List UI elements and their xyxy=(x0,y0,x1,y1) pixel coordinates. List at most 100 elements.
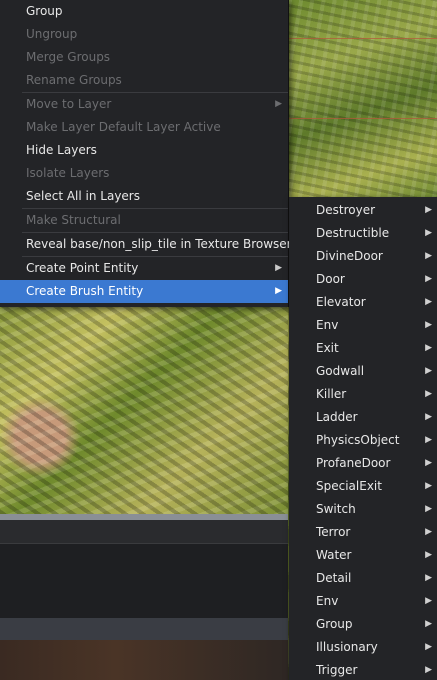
panel-statusbar xyxy=(0,618,288,640)
submenu-item-group[interactable]: Group ▶ xyxy=(289,613,437,636)
submenu-item-label: Illusionary xyxy=(316,640,378,654)
submenu-item-trigger[interactable]: Trigger ▶ xyxy=(289,659,437,680)
menu-item-make-layer-default[interactable]: Make Layer Default Layer Active xyxy=(0,116,288,139)
submenu-arrow-icon: ▶ xyxy=(425,504,432,514)
submenu-item-label: Ladder xyxy=(316,410,358,424)
submenu-item-detail[interactable]: Detail ▶ xyxy=(289,567,437,590)
submenu-item-destructible[interactable]: Destructible ▶ xyxy=(289,222,437,245)
submenu-arrow-icon: ▶ xyxy=(425,251,432,261)
submenu-arrow-icon: ▶ xyxy=(275,286,282,296)
menu-item-label: Make Structural xyxy=(26,213,121,227)
submenu-arrow-icon: ▶ xyxy=(425,435,432,445)
submenu-arrow-icon: ▶ xyxy=(425,412,432,422)
submenu-item-illusionary[interactable]: Illusionary ▶ xyxy=(289,636,437,659)
submenu-item-label: Killer xyxy=(316,387,347,401)
menu-item-label: Rename Groups xyxy=(26,73,122,87)
brush-entity-submenu: Destroyer ▶ Destructible ▶ DivineDoor ▶ Doo… xyxy=(289,197,437,680)
menu-item-label: Group xyxy=(26,4,63,18)
submenu-arrow-icon: ▶ xyxy=(425,366,432,376)
menu-item-rename-groups[interactable]: Rename Groups xyxy=(0,69,288,92)
submenu-arrow-icon: ▶ xyxy=(425,458,432,468)
menu-item-label: Ungroup xyxy=(26,27,78,41)
submenu-item-label: Trigger xyxy=(316,663,358,677)
submenu-item-label: Switch xyxy=(316,502,356,516)
submenu-arrow-icon: ▶ xyxy=(425,642,432,652)
submenu-item-door[interactable]: Door ▶ xyxy=(289,268,437,291)
menu-item-label: Isolate Layers xyxy=(26,166,110,180)
submenu-item-killer[interactable]: Killer ▶ xyxy=(289,383,437,406)
submenu-arrow-icon: ▶ xyxy=(425,573,432,583)
submenu-arrow-icon: ▶ xyxy=(425,389,432,399)
submenu-item-label: Env xyxy=(316,318,339,332)
submenu-item-env[interactable]: Env ▶ xyxy=(289,314,437,337)
submenu-arrow-icon: ▶ xyxy=(425,205,432,215)
submenu-item-water[interactable]: Water ▶ xyxy=(289,544,437,567)
submenu-item-label: Exit xyxy=(316,341,339,355)
submenu-arrow-icon: ▶ xyxy=(275,99,282,109)
submenu-item-label: Water xyxy=(316,548,352,562)
submenu-arrow-icon: ▶ xyxy=(425,320,432,330)
submenu-item-label: Group xyxy=(316,617,353,631)
context-menu: Group Ungroup Merge Groups Rename Groups… xyxy=(0,0,292,307)
submenu-item-label: Door xyxy=(316,272,345,286)
submenu-arrow-icon: ▶ xyxy=(425,550,432,560)
menu-item-isolate-layers[interactable]: Isolate Layers xyxy=(0,162,288,185)
submenu-item-elevator[interactable]: Elevator ▶ xyxy=(289,291,437,314)
submenu-item-label: Env xyxy=(316,594,339,608)
menu-item-ungroup[interactable]: Ungroup xyxy=(0,23,288,46)
menu-item-move-to-layer[interactable]: Move to Layer ▶ xyxy=(0,93,288,116)
floor-texture-top xyxy=(288,0,437,200)
panel-preview xyxy=(0,640,288,680)
submenu-item-physicsobject[interactable]: PhysicsObject ▶ xyxy=(289,429,437,452)
submenu-item-specialexit[interactable]: SpecialExit ▶ xyxy=(289,475,437,498)
submenu-item-destroyer[interactable]: Destroyer ▶ xyxy=(289,199,437,222)
submenu-arrow-icon: ▶ xyxy=(425,274,432,284)
menu-item-label: Create Brush Entity xyxy=(26,284,144,298)
submenu-arrow-icon: ▶ xyxy=(425,619,432,629)
submenu-item-label: Detail xyxy=(316,571,352,585)
submenu-item-env-2[interactable]: Env ▶ xyxy=(289,590,437,613)
menu-item-merge-groups[interactable]: Merge Groups xyxy=(0,46,288,69)
submenu-item-switch[interactable]: Switch ▶ xyxy=(289,498,437,521)
menu-item-select-all-in-layers[interactable]: Select All in Layers xyxy=(0,185,288,208)
menu-item-label: Move to Layer xyxy=(26,97,112,111)
submenu-item-divinedoor[interactable]: DivineDoor ▶ xyxy=(289,245,437,268)
submenu-item-label: DivineDoor xyxy=(316,249,383,263)
menu-item-label: Hide Layers xyxy=(26,143,97,157)
menu-item-create-brush-entity[interactable]: Create Brush Entity ▶ xyxy=(0,280,288,303)
menu-item-label: Merge Groups xyxy=(26,50,111,64)
submenu-arrow-icon: ▶ xyxy=(425,596,432,606)
submenu-arrow-icon: ▶ xyxy=(425,297,432,307)
submenu-arrow-icon: ▶ xyxy=(425,228,432,238)
submenu-item-label: Destructible xyxy=(316,226,390,240)
submenu-item-label: Godwall xyxy=(316,364,365,378)
submenu-item-terror[interactable]: Terror ▶ xyxy=(289,521,437,544)
submenu-arrow-icon: ▶ xyxy=(425,665,432,675)
panel-toolbar xyxy=(0,520,288,544)
submenu-item-label: PhysicsObject xyxy=(316,433,400,447)
menu-item-create-point-entity[interactable]: Create Point Entity ▶ xyxy=(0,257,288,280)
submenu-arrow-icon: ▶ xyxy=(425,527,432,537)
submenu-item-godwall[interactable]: Godwall ▶ xyxy=(289,360,437,383)
menu-item-group[interactable]: Group xyxy=(0,0,288,23)
menu-item-reveal-in-texture-browser[interactable]: Reveal base/non_slip_tile in Texture Bro… xyxy=(0,233,292,256)
menu-item-make-structural[interactable]: Make Structural xyxy=(0,209,288,232)
submenu-item-profanedoor[interactable]: ProfaneDoor ▶ xyxy=(289,452,437,475)
submenu-item-label: Destroyer xyxy=(316,203,376,217)
submenu-item-exit[interactable]: Exit ▶ xyxy=(289,337,437,360)
submenu-arrow-icon: ▶ xyxy=(425,481,432,491)
menu-item-hide-layers[interactable]: Hide Layers xyxy=(0,139,288,162)
submenu-item-label: SpecialExit xyxy=(316,479,382,493)
menu-item-label: Create Point Entity xyxy=(26,261,139,275)
menu-item-label: Make Layer Default Layer Active xyxy=(26,120,221,134)
submenu-item-label: ProfaneDoor xyxy=(316,456,391,470)
floor-texture-main xyxy=(0,307,288,514)
panel-body xyxy=(0,544,288,618)
submenu-item-label: Elevator xyxy=(316,295,366,309)
submenu-arrow-icon: ▶ xyxy=(425,343,432,353)
menu-item-label: Select All in Layers xyxy=(26,189,140,203)
submenu-arrow-icon: ▶ xyxy=(275,263,282,273)
submenu-item-label: Terror xyxy=(316,525,351,539)
menu-item-label: Reveal base/non_slip_tile in Texture Bro… xyxy=(26,237,292,251)
submenu-item-ladder[interactable]: Ladder ▶ xyxy=(289,406,437,429)
